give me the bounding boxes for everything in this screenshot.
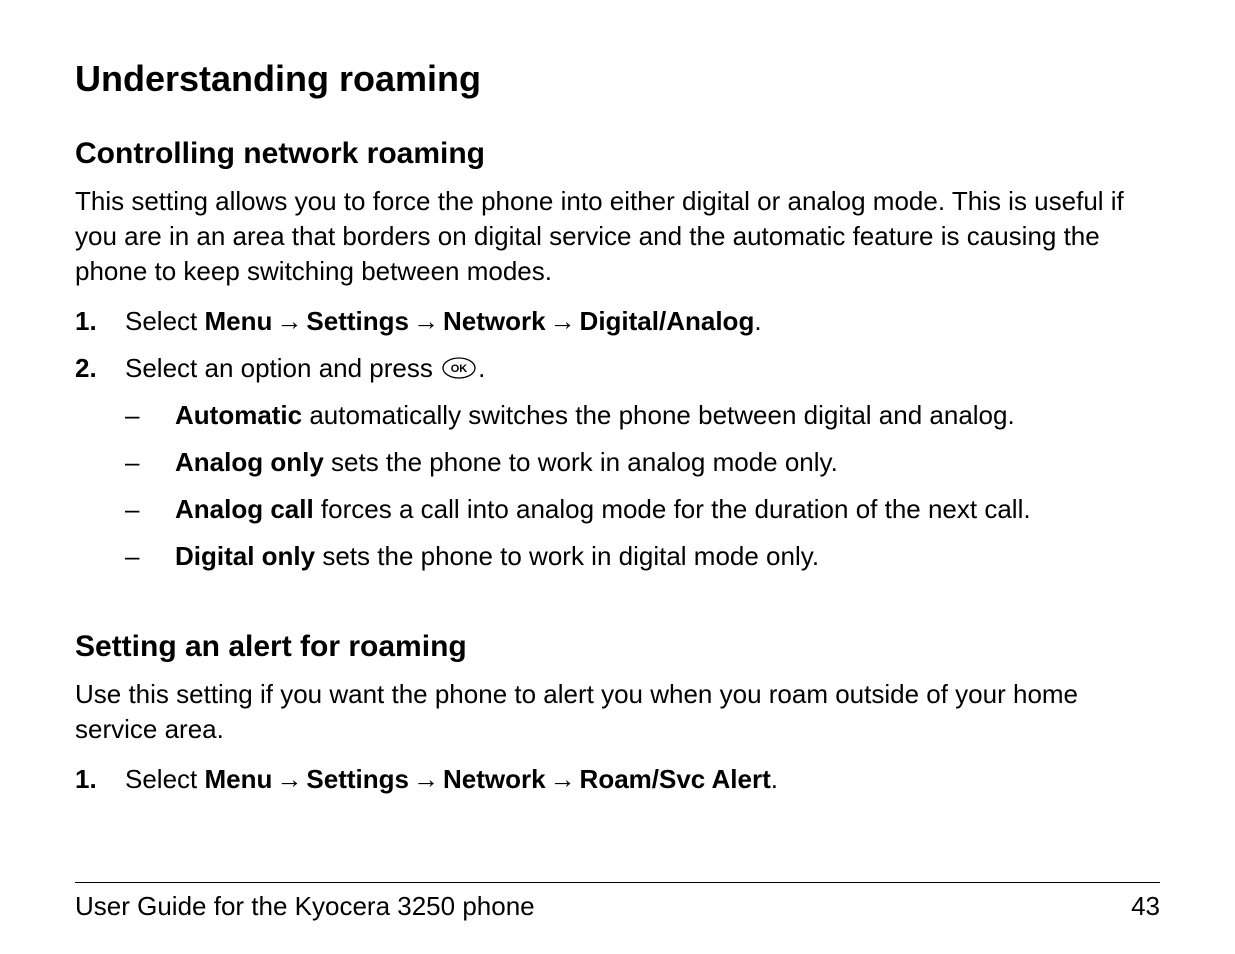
section2-steps: 1. Select Menu→Settings→Network→Roam/Svc… — [75, 762, 1160, 797]
bullet-dash: – — [125, 492, 175, 527]
option-label: Analog call — [175, 494, 314, 524]
option-label: Analog only — [175, 447, 324, 477]
bullet-dash: – — [125, 398, 175, 433]
section1-options: – Automatic automatically switches the p… — [125, 398, 1160, 574]
option-automatic: – Automatic automatically switches the p… — [125, 398, 1160, 433]
option-body: Digital only sets the phone to work in d… — [175, 539, 1160, 574]
option-text: forces a call into analog mode for the d… — [314, 494, 1031, 524]
option-body: Analog call forces a call into analog mo… — [175, 492, 1160, 527]
document-page: Understanding roaming Controlling networ… — [0, 0, 1235, 954]
option-analog-only: – Analog only sets the phone to work in … — [125, 445, 1160, 480]
menu-path-digital-analog: Digital/Analog — [580, 306, 755, 336]
menu-path-network: Network — [443, 306, 546, 336]
svg-text:OK: OK — [451, 363, 468, 375]
text: Select an option and press — [125, 353, 440, 383]
section1-intro: This setting allows you to force the pho… — [75, 184, 1160, 289]
option-body: Automatic automatically switches the pho… — [175, 398, 1160, 433]
footer-page-number: 43 — [1131, 889, 1160, 924]
bullet-dash: – — [125, 445, 175, 480]
menu-path-network: Network — [443, 764, 546, 794]
step-body: Select Menu→Settings→Network→Digital/Ana… — [125, 304, 1160, 339]
section2-intro: Use this setting if you want the phone t… — [75, 677, 1160, 747]
option-text: sets the phone to work in analog mode on… — [324, 447, 838, 477]
ok-button-icon: OK — [442, 353, 476, 388]
heading-section-2: Setting an alert for roaming — [75, 627, 1160, 668]
menu-path-settings: Settings — [306, 764, 409, 794]
section1-step-1: 1. Select Menu→Settings→Network→Digital/… — [75, 304, 1160, 339]
option-label: Digital only — [175, 541, 315, 571]
bullet-dash: – — [125, 539, 175, 574]
section2-step-1: 1. Select Menu→Settings→Network→Roam/Svc… — [75, 762, 1160, 797]
text: . — [478, 353, 485, 383]
heading-section-1: Controlling network roaming — [75, 134, 1160, 175]
option-text: automatically switches the phone between… — [302, 400, 1015, 430]
option-body: Analog only sets the phone to work in an… — [175, 445, 1160, 480]
page-footer: User Guide for the Kyocera 3250 phone 43 — [75, 882, 1160, 924]
section1-steps: 1. Select Menu→Settings→Network→Digital/… — [75, 304, 1160, 586]
arrow-icon: → — [413, 304, 439, 339]
arrow-icon: → — [276, 762, 302, 797]
arrow-icon: → — [276, 304, 302, 339]
option-analog-call: – Analog call forces a call into analog … — [125, 492, 1160, 527]
text: Select — [125, 764, 205, 794]
menu-path-menu: Menu — [205, 306, 273, 336]
arrow-icon: → — [413, 762, 439, 797]
text: . — [771, 764, 778, 794]
option-text: sets the phone to work in digital mode o… — [315, 541, 819, 571]
text: . — [754, 306, 761, 336]
menu-path-settings: Settings — [306, 306, 409, 336]
step-body: Select Menu→Settings→Network→Roam/Svc Al… — [125, 762, 1160, 797]
option-digital-only: – Digital only sets the phone to work in… — [125, 539, 1160, 574]
step-number: 2. — [75, 351, 125, 386]
footer-title: User Guide for the Kyocera 3250 phone — [75, 889, 535, 924]
step-number: 1. — [75, 762, 125, 797]
heading-main: Understanding roaming — [75, 55, 1160, 104]
menu-path-roam-alert: Roam/Svc Alert — [580, 764, 771, 794]
option-label: Automatic — [175, 400, 302, 430]
section1-step-2: 2. Select an option and press OK. – Auto… — [75, 351, 1160, 586]
step-number: 1. — [75, 304, 125, 339]
menu-path-menu: Menu — [205, 764, 273, 794]
arrow-icon: → — [550, 304, 576, 339]
arrow-icon: → — [550, 762, 576, 797]
step-body: Select an option and press OK. – Automat… — [125, 351, 1160, 586]
text: Select — [125, 306, 205, 336]
